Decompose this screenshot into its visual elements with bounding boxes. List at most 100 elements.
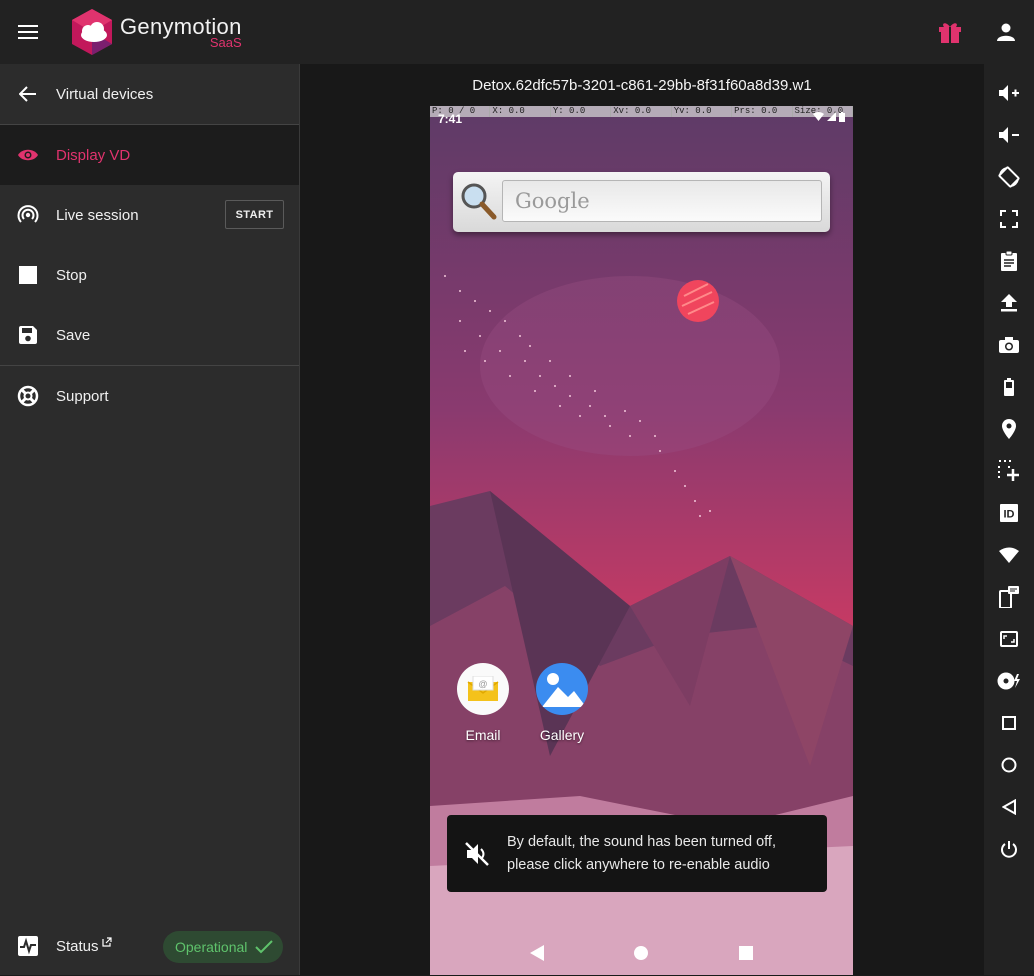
svg-text:ID: ID [1004, 509, 1015, 521]
hamburger-icon [18, 25, 38, 39]
sidebar: Virtual devices Display VD Live session … [0, 64, 300, 975]
android-home-icon[interactable] [633, 945, 649, 961]
gift-icon [939, 23, 961, 43]
status-link[interactable]: Status [56, 936, 112, 955]
android-nav-bar [430, 931, 853, 975]
volume-off-icon [465, 841, 489, 866]
clipboard-button[interactable] [984, 246, 1034, 276]
gps-button[interactable] [984, 414, 1034, 444]
debug-yv: Yv: 0.0 [672, 106, 733, 117]
gallery-app-icon [536, 663, 588, 715]
recent-apps-button[interactable] [984, 708, 1034, 738]
pointer-location-bar: P: 0 / 0 X: 0.0 Y: 0.0 Xv: 0.0 Yv: 0.0 P… [430, 106, 853, 117]
fullscreen-icon [1000, 210, 1018, 228]
sidebar-item-support[interactable]: Support [0, 366, 299, 426]
phone-sms-button[interactable] [984, 582, 1034, 612]
location-icon [1002, 419, 1016, 439]
sidebar-item-display-vd[interactable]: Display VD [0, 125, 299, 185]
pulse-icon [18, 936, 38, 956]
disk-io-icon [997, 672, 1020, 690]
genymotion-logo[interactable]: Genymotion SaaS [70, 8, 242, 56]
external-link-icon [101, 936, 112, 947]
toast-line-2: please click anywhere to re-enable audio [507, 856, 770, 873]
google-search-input[interactable]: Google [502, 180, 822, 222]
clipboard-icon [1001, 251, 1017, 271]
audio-disabled-toast[interactable]: By default, the sound has been turned of… [447, 815, 827, 892]
home-icon [1001, 757, 1017, 773]
fullscreen-button[interactable] [984, 204, 1034, 234]
volume-down-icon [999, 127, 1019, 143]
power-button[interactable] [984, 834, 1034, 864]
volume-down-button[interactable] [984, 120, 1034, 150]
home-button[interactable] [984, 750, 1034, 780]
status-row: Status Operational [0, 916, 299, 976]
wifi-icon [999, 547, 1019, 563]
volume-up-button[interactable] [984, 78, 1034, 108]
resize-button[interactable] [984, 624, 1034, 654]
device-title: Detox.62dfc57b-3201-c861-29bb-8f31f60a8d… [472, 77, 812, 94]
battery-button[interactable] [984, 372, 1034, 402]
android-status-icons [813, 112, 845, 122]
identifiers-button[interactable]: ID [984, 498, 1034, 528]
wifi-status-icon [813, 112, 824, 121]
back-icon [1002, 799, 1016, 815]
debug-xv: Xv: 0.0 [611, 106, 672, 117]
rotate-icon [998, 166, 1020, 188]
multitouch-icon [998, 460, 1019, 481]
network-button[interactable] [984, 540, 1034, 570]
app-label: Email [465, 727, 501, 743]
camera-button[interactable] [984, 330, 1034, 360]
battery-status-icon [839, 112, 845, 122]
genymotion-logo-icon [72, 9, 112, 55]
status-value: Operational [175, 939, 248, 955]
debug-x: X: 0.0 [490, 106, 551, 117]
broadcast-icon [17, 205, 39, 223]
android-clock: 7:41 [438, 112, 463, 126]
phone-sms-icon [999, 586, 1019, 608]
arrow-back-icon [19, 86, 36, 102]
eye-icon [18, 149, 38, 161]
app-label: Gallery [539, 727, 585, 743]
app-gallery[interactable]: Gallery [522, 663, 602, 743]
person-icon [997, 23, 1015, 41]
sidebar-item-live-session[interactable]: Live session START [0, 185, 299, 245]
sidebar-item-label: Stop [56, 266, 87, 284]
status-label: Status [56, 937, 99, 955]
stop-icon [19, 266, 37, 284]
signal-status-icon [827, 112, 836, 121]
email-app-icon: @ [457, 663, 509, 715]
sidebar-item-label: Save [56, 326, 91, 344]
android-screen[interactable]: P: 0 / 0 X: 0.0 Y: 0.0 Xv: 0.0 Yv: 0.0 P… [430, 106, 853, 975]
menu-button[interactable] [0, 0, 56, 64]
start-live-session-button[interactable]: START [225, 200, 284, 229]
google-search-widget[interactable]: Google [453, 172, 830, 232]
android-recents-icon[interactable] [738, 945, 754, 961]
android-back-icon[interactable] [529, 945, 545, 961]
check-icon [255, 940, 274, 954]
toast-line-1: By default, the sound has been turned of… [507, 833, 776, 850]
debug-prs: Prs: 0.0 [732, 106, 793, 117]
resize-icon [1000, 631, 1018, 647]
back-to-virtual-devices[interactable]: Virtual devices [0, 64, 299, 124]
sidebar-item-stop[interactable]: Stop [0, 245, 299, 305]
sidebar-item-save[interactable]: Save [0, 305, 299, 365]
gift-button[interactable] [922, 0, 978, 64]
back-button[interactable] [984, 792, 1034, 822]
device-widgets-toolbar: ID [984, 64, 1034, 975]
multitouch-button[interactable] [984, 456, 1034, 486]
sidebar-item-label: Display VD [56, 146, 131, 164]
back-label: Virtual devices [56, 85, 154, 103]
rotate-button[interactable] [984, 162, 1034, 192]
status-badge: Operational [163, 931, 283, 963]
file-upload-button[interactable] [984, 288, 1034, 318]
debug-y: Y: 0.0 [551, 106, 612, 117]
battery-icon [1004, 378, 1014, 396]
account-button[interactable] [978, 0, 1034, 64]
app-email[interactable]: @ Email [443, 663, 523, 743]
recent-apps-icon [1002, 716, 1016, 730]
disk-io-button[interactable] [984, 666, 1034, 696]
device-display-area: Detox.62dfc57b-3201-c861-29bb-8f31f60a8d… [300, 64, 984, 975]
identifiers-icon: ID [1000, 504, 1018, 522]
camera-icon [999, 337, 1019, 353]
upload-icon [1001, 294, 1017, 312]
